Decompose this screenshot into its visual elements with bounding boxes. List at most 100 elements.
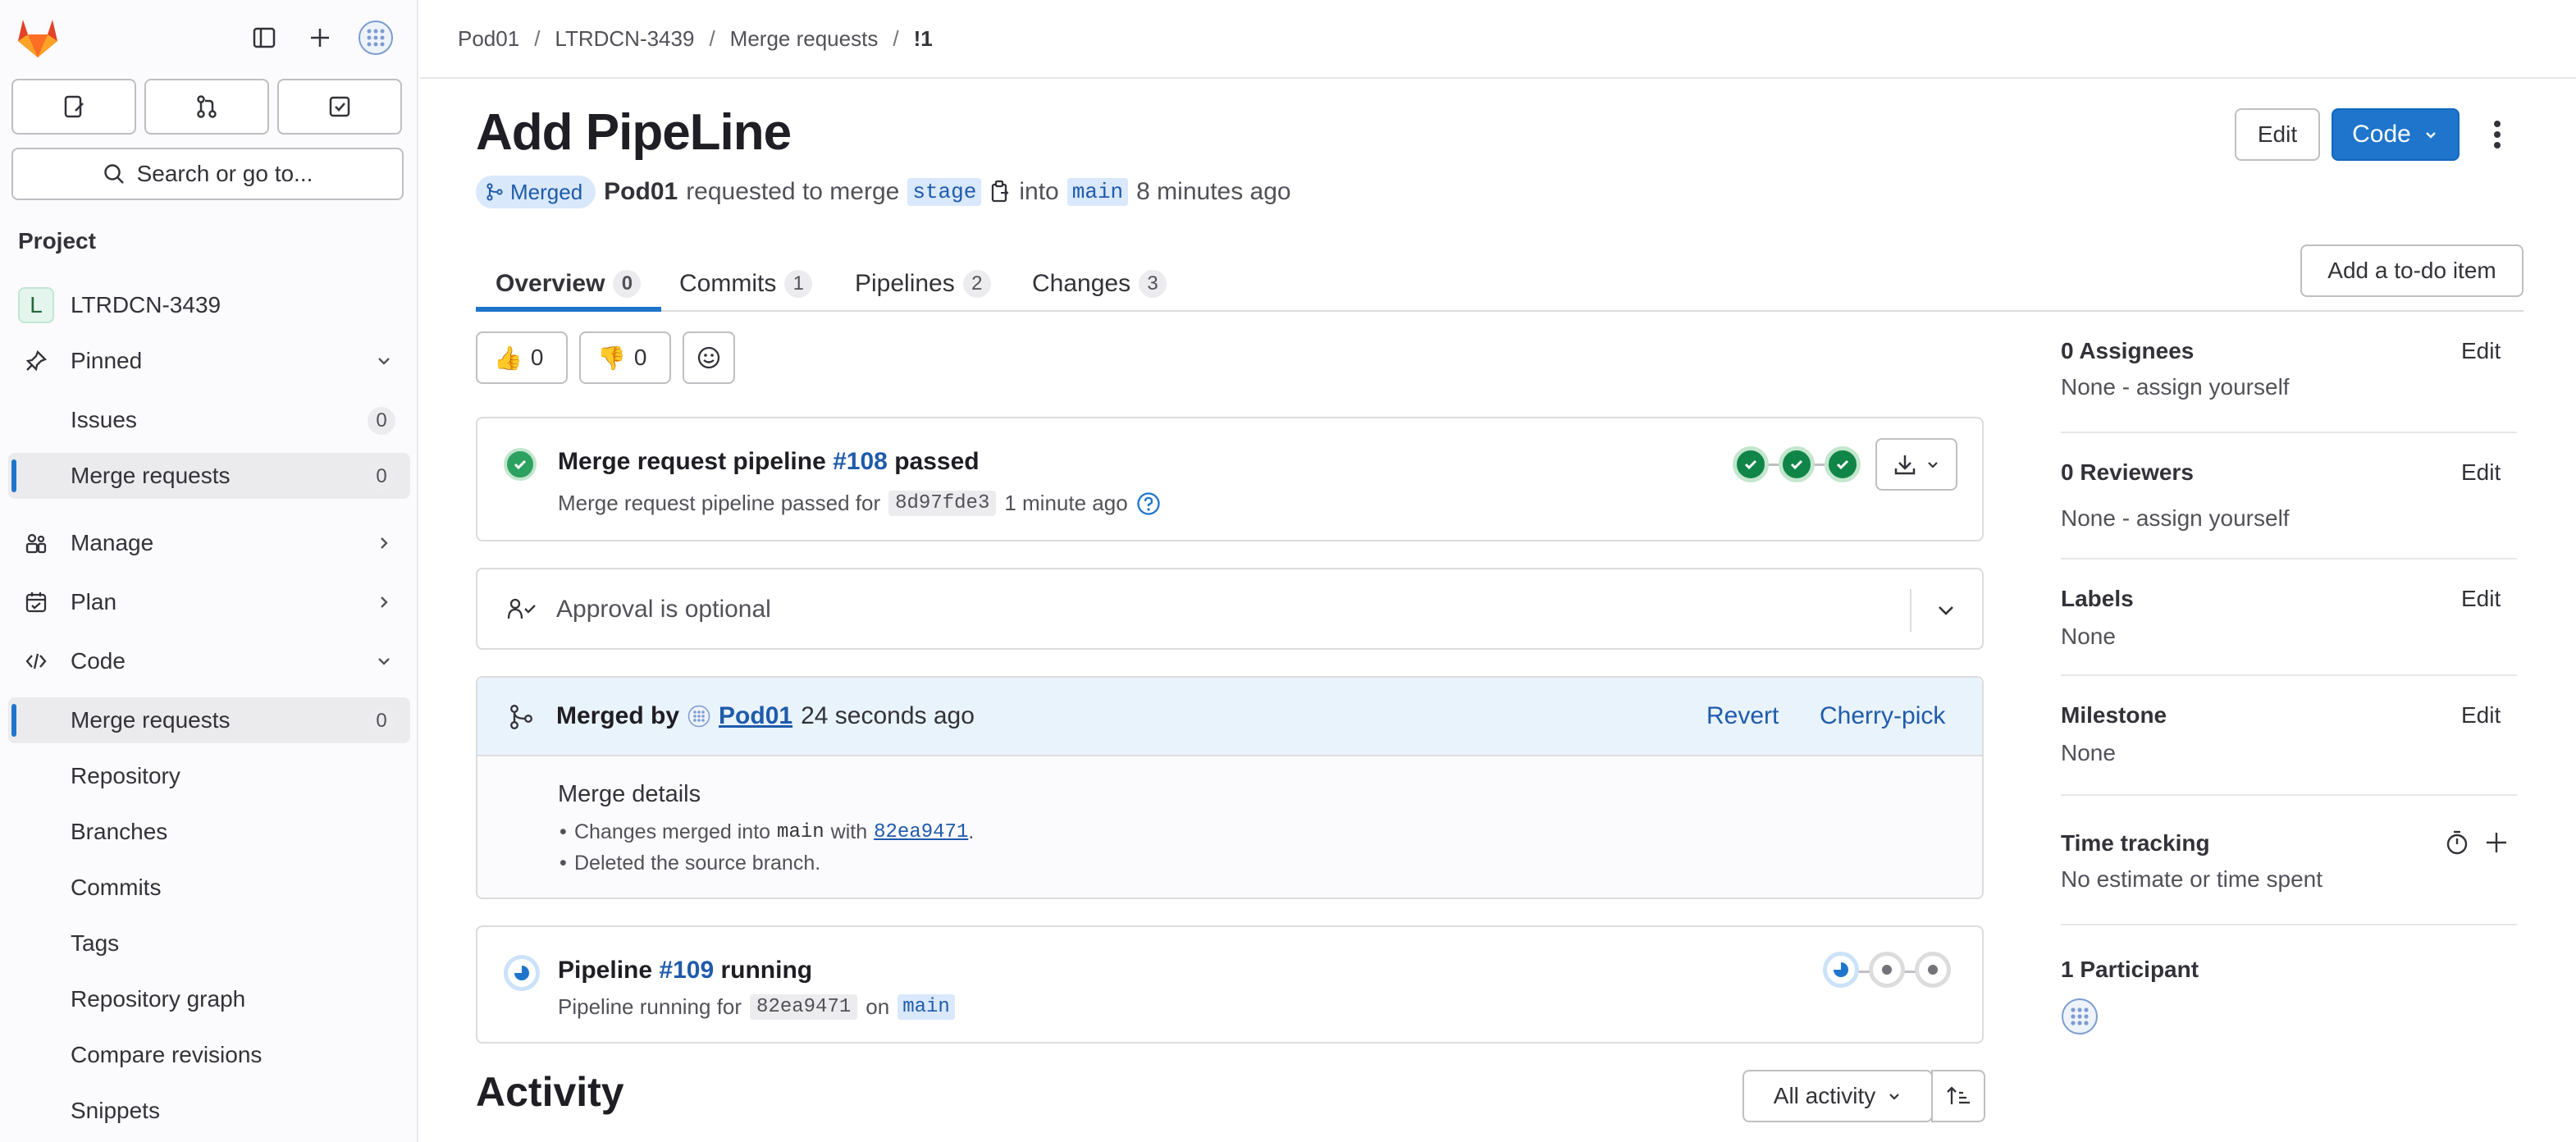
- approval-text: Approval is optional: [556, 596, 771, 623]
- tab-label: Commits: [679, 270, 777, 297]
- tab-changes[interactable]: Changes 3: [1032, 258, 1167, 310]
- sidebar-item-snippets[interactable]: Snippets: [8, 1088, 410, 1134]
- merge-detail-text: Deleted the source branch.: [574, 852, 821, 875]
- divider: [2061, 794, 2517, 796]
- download-artifacts-button[interactable]: [1875, 438, 1957, 491]
- merged-by-user-link[interactable]: Pod01: [719, 702, 792, 730]
- sidebar-item-tags[interactable]: Tags: [8, 920, 410, 966]
- plus-icon[interactable]: [300, 18, 340, 57]
- activity-filter-label: All activity: [1773, 1083, 1876, 1108]
- sidebar-item-compare-revisions[interactable]: Compare revisions: [8, 1032, 410, 1078]
- pipeline-running-icon[interactable]: [504, 955, 540, 991]
- sidebar-project-link[interactable]: L LTRDCN-3439: [8, 282, 410, 328]
- assigned-issues-button[interactable]: [11, 79, 136, 135]
- chevron-down-icon: [2426, 132, 2436, 139]
- stage-running-icon[interactable]: [1823, 952, 1859, 988]
- sort-order-button[interactable]: [1931, 1070, 1985, 1122]
- sidebar-toggle-icon[interactable]: [244, 18, 284, 57]
- todo-list-button[interactable]: [277, 79, 402, 135]
- more-actions-icon[interactable]: [2481, 115, 2514, 154]
- participant-avatar-icon[interactable]: [2061, 998, 2099, 1035]
- chevron-right-icon: [381, 596, 388, 608]
- merge-commit-link[interactable]: 82ea9471: [874, 821, 968, 843]
- tab-pipelines[interactable]: Pipelines 2: [855, 258, 991, 310]
- participants-title: 1 Participant: [2061, 957, 2199, 982]
- thumbs-down-button[interactable]: 👎 0: [579, 331, 671, 384]
- stage-created-icon[interactable]: [1869, 952, 1905, 988]
- thumbs-up-icon: 👍: [494, 345, 523, 371]
- edit-button[interactable]: Edit: [2235, 108, 2320, 161]
- sidebar-item-plan[interactable]: Plan: [8, 579, 410, 625]
- running-pipeline-subtext: Pipeline running for 82ea9471 on main: [558, 994, 955, 1020]
- code-icon: [25, 653, 47, 669]
- sidebar-item-label: Snippets: [71, 1098, 160, 1123]
- gitlab-logo-icon[interactable]: [15, 16, 61, 59]
- merge-detail-item: • Deleted the source branch.: [560, 852, 821, 875]
- user-avatar-icon[interactable]: [356, 18, 395, 57]
- merge-requests-button[interactable]: [144, 79, 269, 135]
- sidebar-item-issues[interactable]: Issues 0: [8, 397, 410, 443]
- stage-passed-icon[interactable]: [1779, 446, 1815, 482]
- stage-created-icon[interactable]: [1915, 952, 1951, 988]
- sidebar-item-merge-requests-pinned[interactable]: Merge requests 0: [8, 453, 410, 499]
- pipeline-sub-label: Pipeline running for: [558, 994, 742, 1019]
- assignees-edit-button[interactable]: Edit: [2461, 338, 2501, 364]
- stopwatch-icon[interactable]: [2443, 829, 2471, 856]
- activity-filter-dropdown[interactable]: All activity: [1742, 1070, 1933, 1122]
- pipeline-passed-icon[interactable]: [504, 448, 537, 481]
- cherry-pick-button[interactable]: Cherry-pick: [1820, 702, 1945, 730]
- pipeline-id-link[interactable]: #109: [659, 957, 714, 984]
- breadcrumb-item[interactable]: !1: [914, 26, 933, 52]
- breadcrumb-item[interactable]: Pod01: [458, 26, 519, 52]
- sidebar-item-label: Merge requests: [71, 463, 231, 488]
- add-todo-button[interactable]: Add a to-do item: [2300, 244, 2523, 297]
- commit-sha[interactable]: 8d97fde3: [888, 491, 997, 516]
- pipeline-branch[interactable]: main: [897, 994, 955, 1020]
- sidebar-item-merge-requests[interactable]: Merge requests 0: [8, 697, 410, 743]
- code-dropdown-button[interactable]: Code: [2332, 108, 2460, 161]
- breadcrumb-separator: /: [534, 26, 541, 51]
- sidebar-item-repository-graph[interactable]: Repository graph: [8, 976, 410, 1022]
- sidebar-item-code[interactable]: Code: [8, 638, 410, 684]
- author-link[interactable]: Pod01: [604, 178, 678, 206]
- source-branch[interactable]: stage: [907, 178, 982, 206]
- pinned-label: Pinned: [71, 348, 143, 373]
- divider: [2061, 674, 2517, 676]
- sidebar-item-label: Repository: [71, 763, 180, 788]
- sidebar-item-label: Repository graph: [71, 986, 246, 1012]
- chevron-down-icon[interactable]: [1933, 597, 1959, 624]
- target-branch[interactable]: main: [1066, 178, 1129, 206]
- sidebar-item-branches[interactable]: Branches: [8, 809, 410, 855]
- download-icon: [1894, 455, 1916, 475]
- tab-overview[interactable]: Overview 0: [496, 258, 642, 310]
- tab-commits[interactable]: Commits 1: [679, 258, 813, 310]
- commit-sha[interactable]: 82ea9471: [750, 994, 858, 1020]
- breadcrumb-item[interactable]: Merge requests: [730, 26, 879, 52]
- assignees-value[interactable]: None - assign yourself: [2061, 374, 2290, 400]
- plus-icon[interactable]: [2482, 829, 2510, 856]
- sidebar-pinned-toggle[interactable]: Pinned: [8, 338, 410, 384]
- thumbs-up-button[interactable]: 👍 0: [476, 331, 568, 384]
- reviewers-edit-button[interactable]: Edit: [2461, 459, 2501, 486]
- chevron-down-icon: [1889, 1094, 1900, 1100]
- add-reaction-button[interactable]: [683, 331, 735, 384]
- labels-edit-button[interactable]: Edit: [2461, 586, 2501, 612]
- stage-passed-icon[interactable]: [1825, 446, 1861, 482]
- calendar-icon: [25, 592, 47, 613]
- sidebar-item-manage[interactable]: Manage: [8, 520, 410, 566]
- status-badge: Merged: [476, 176, 596, 208]
- milestone-edit-button[interactable]: Edit: [2461, 702, 2501, 729]
- merge-target-branch: main: [777, 821, 824, 843]
- revert-button[interactable]: Revert: [1706, 702, 1779, 730]
- stage-passed-icon[interactable]: [1733, 446, 1769, 482]
- merge-details: Merge details • Changes merged into main…: [477, 756, 1982, 898]
- sidebar-item-label: Issues: [71, 407, 137, 432]
- reviewers-value[interactable]: None - assign yourself: [2061, 505, 2290, 532]
- sidebar-item-commits[interactable]: Commits: [8, 865, 410, 911]
- sidebar-item-label: Compare revisions: [71, 1042, 263, 1067]
- pipeline-id-link[interactable]: #108: [833, 448, 888, 475]
- sidebar-item-repository[interactable]: Repository: [8, 753, 410, 799]
- breadcrumb-item[interactable]: LTRDCN-3439: [555, 26, 694, 52]
- search-button[interactable]: Search or go to...: [11, 148, 404, 200]
- copy-branch-icon[interactable]: [989, 180, 1011, 204]
